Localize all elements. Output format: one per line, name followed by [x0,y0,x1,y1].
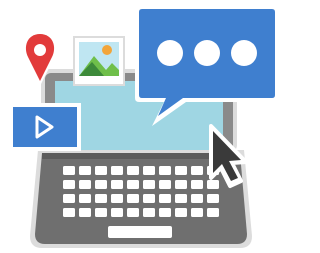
chat-dot [157,40,183,66]
keyboard-key [95,166,107,175]
keyboard-key [159,208,171,217]
keyboard-key [127,194,139,203]
chat-typing-dots [157,40,257,66]
laptop-communication-illustration [9,5,279,248]
keyboard-key [95,208,107,217]
landscape-photo-icon [73,36,125,86]
keyboard-key [207,180,219,189]
chat-dot [194,40,220,66]
keyboard-key [79,180,91,189]
keyboard-key [127,180,139,189]
keyboard-key [111,166,123,175]
keyboard-key [159,180,171,189]
chat-dot [231,40,257,66]
keyboard-key [175,208,187,217]
keyboard-key [175,194,187,203]
keyboard-key [143,208,155,217]
keyboard-key [175,166,187,175]
keyboard-key [143,166,155,175]
video-play-icon [9,103,81,151]
keyboard-key [79,166,91,175]
keyboard-key [143,180,155,189]
keyboard-key [207,194,219,203]
keyboard-key [191,194,203,203]
illustration-stage [0,0,282,253]
keyboard-key [111,194,123,203]
keyboard-key [159,166,171,175]
keyboard-key [63,194,75,203]
keyboard-key [63,166,75,175]
keyboard-key [191,166,203,175]
keyboard-key [143,194,155,203]
spacebar-key [108,226,172,238]
keyboard-key [159,194,171,203]
keyboard-key [191,208,203,217]
keyboard-key [207,208,219,217]
keyboard-key [127,208,139,217]
keyboard-key [95,194,107,203]
keyboard-key [79,194,91,203]
keyboard-key [191,180,203,189]
keyboard-key [63,208,75,217]
keyboard-key [175,180,187,189]
keyboard-key [79,208,91,217]
keyboard-key [111,208,123,217]
keyboard-key [95,180,107,189]
keyboard-key [63,180,75,189]
keyboard-key [127,166,139,175]
keyboard-key [111,180,123,189]
